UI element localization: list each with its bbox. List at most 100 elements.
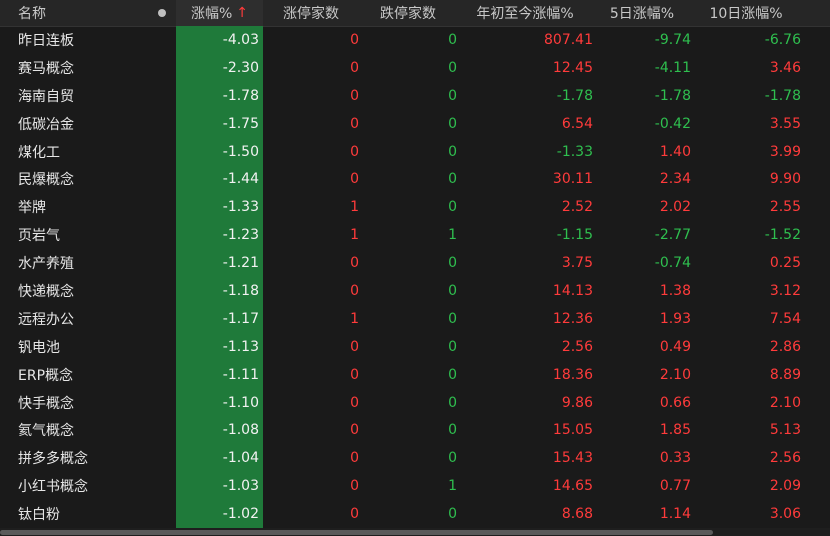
cell-limit-down: 0 [448, 450, 457, 467]
table-row[interactable]: 民爆概念 -1.44 0 0 30.11 2.34 9.90 [0, 165, 830, 193]
cell-5day-change: 0.49 [659, 338, 691, 355]
cell-limit-down: 1 [448, 478, 457, 495]
cell-limit-up: 1 [350, 310, 359, 327]
table-row[interactable]: 钛白粉 -1.02 0 0 8.68 1.14 3.06 [0, 500, 830, 528]
table-row[interactable]: 煤化工 -1.50 0 0 -1.33 1.40 3.99 [0, 138, 830, 166]
table-row[interactable]: 远程办公 -1.17 1 0 12.36 1.93 7.54 [0, 305, 830, 333]
cell-10day-change: -1.78 [764, 87, 801, 104]
horizontal-scrollbar[interactable] [0, 528, 830, 536]
cell-limit-down: 0 [448, 143, 457, 160]
cell-10day-change: 3.55 [769, 115, 801, 132]
cell-5day-change: 0.66 [659, 394, 691, 411]
cell-name: 钛白粉 [18, 507, 60, 524]
cell-5day-change: -2.77 [654, 227, 691, 244]
table-row[interactable]: 快递概念 -1.18 0 0 14.13 1.38 3.12 [0, 277, 830, 305]
cell-limit-up: 1 [350, 227, 359, 244]
cell-10day-change: 8.89 [769, 366, 801, 383]
cell-limit-up: 0 [350, 115, 359, 132]
scrollbar-thumb[interactable] [0, 530, 713, 535]
cell-limit-up: 0 [350, 255, 359, 272]
cell-limit-down: 0 [448, 115, 457, 132]
table-row[interactable]: 海南自贸 -1.78 0 0 -1.78 -1.78 -1.78 [0, 82, 830, 110]
cell-name: 快手概念 [18, 395, 74, 412]
cell-change-pct: -1.13 [222, 338, 259, 355]
cell-name: 快递概念 [18, 283, 74, 300]
cell-limit-down: 0 [448, 59, 457, 76]
cell-limit-down: 0 [448, 171, 457, 188]
cell-5day-change: 1.14 [659, 506, 691, 523]
cell-10day-change: 0.25 [769, 255, 801, 272]
cell-ytd-change: 9.86 [561, 394, 593, 411]
table-row[interactable]: 氦气概念 -1.08 0 0 15.05 1.85 5.13 [0, 416, 830, 444]
cell-ytd-change: 2.56 [561, 338, 593, 355]
table-row[interactable]: 钒电池 -1.13 0 0 2.56 0.49 2.86 [0, 333, 830, 361]
header-ytd-change[interactable]: 年初至今涨幅% [457, 0, 593, 26]
header-limit-up[interactable]: 涨停家数 [263, 0, 359, 26]
cell-5day-change: 2.34 [659, 171, 691, 188]
cell-limit-up: 0 [350, 366, 359, 383]
cell-name: 煤化工 [18, 144, 60, 161]
table-row[interactable]: 昨日连板 -4.03 0 0 807.41 -9.74 -6.76 [0, 26, 830, 54]
table-row[interactable]: 快手概念 -1.10 0 0 9.86 0.66 2.10 [0, 389, 830, 417]
cell-limit-up: 0 [350, 31, 359, 48]
cell-limit-up: 0 [350, 282, 359, 299]
cell-ytd-change: 12.36 [552, 310, 593, 327]
table-row[interactable]: 低碳冶金 -1.75 0 0 6.54 -0.42 3.55 [0, 110, 830, 138]
cell-name: 昨日连板 [18, 32, 74, 49]
cell-5day-change: -4.11 [654, 59, 691, 76]
cell-limit-down: 1 [448, 227, 457, 244]
header-limit-down[interactable]: 跌停家数 [359, 0, 457, 26]
table-row[interactable]: 小红书概念 -1.03 0 1 14.65 0.77 2.09 [0, 472, 830, 500]
cell-limit-down: 0 [448, 199, 457, 216]
cell-name: 民爆概念 [18, 172, 74, 189]
cell-name: 低碳冶金 [18, 116, 74, 133]
cell-change-pct: -1.08 [222, 422, 259, 439]
cell-limit-down: 0 [448, 310, 457, 327]
cell-ytd-change: -1.78 [556, 87, 593, 104]
table-row[interactable]: 水产养殖 -1.21 0 0 3.75 -0.74 0.25 [0, 249, 830, 277]
header-5day-change[interactable]: 5日涨幅% [593, 0, 691, 26]
cell-10day-change: -1.52 [764, 227, 801, 244]
table-row[interactable]: 拼多多概念 -1.04 0 0 15.43 0.33 2.56 [0, 444, 830, 472]
cell-change-pct: -1.11 [222, 366, 259, 383]
cell-change-pct: -1.21 [222, 255, 259, 272]
cell-change-pct: -1.33 [222, 199, 259, 216]
table-body: 昨日连板 -4.03 0 0 807.41 -9.74 -6.76 赛马概念 -2.30 0 0 12… [0, 26, 830, 528]
cell-ytd-change: 6.54 [561, 115, 593, 132]
cell-10day-change: 3.46 [769, 59, 801, 76]
table-row[interactable]: ERP概念 -1.11 0 0 18.36 2.10 8.89 [0, 361, 830, 389]
cell-name: 钒电池 [18, 339, 60, 356]
header-dot-icon[interactable] [150, 0, 174, 26]
cell-10day-change: 3.12 [769, 282, 801, 299]
cell-change-pct: -2.30 [222, 59, 259, 76]
cell-limit-up: 1 [350, 199, 359, 216]
cell-limit-down: 0 [448, 338, 457, 355]
cell-change-pct: -1.02 [222, 506, 259, 523]
cell-5day-change: -0.74 [654, 255, 691, 272]
cell-10day-change: 2.56 [769, 450, 801, 467]
cell-name: 海南自贸 [18, 88, 74, 105]
cell-ytd-change: 15.43 [552, 450, 593, 467]
cell-10day-change: 5.13 [769, 422, 801, 439]
header-10day-change[interactable]: 10日涨幅% [691, 0, 801, 26]
cell-5day-change: -1.78 [654, 87, 691, 104]
cell-10day-change: 9.90 [769, 171, 801, 188]
header-change-pct[interactable]: 涨幅% ↑ [176, 0, 263, 26]
cell-5day-change: 1.40 [659, 143, 691, 160]
table-row[interactable]: 页岩气 -1.23 1 1 -1.15 -2.77 -1.52 [0, 221, 830, 249]
cell-limit-down: 0 [448, 255, 457, 272]
cell-change-pct: -1.03 [222, 478, 259, 495]
cell-ytd-change: 3.75 [561, 255, 593, 272]
cell-name: ERP概念 [18, 367, 74, 384]
cell-limit-up: 0 [350, 506, 359, 523]
cell-10day-change: 2.86 [769, 338, 801, 355]
cell-limit-up: 0 [350, 422, 359, 439]
cell-limit-up: 0 [350, 394, 359, 411]
table-row[interactable]: 举牌 -1.33 1 0 2.52 2.02 2.55 [0, 193, 830, 221]
cell-5day-change: 2.02 [659, 199, 691, 216]
header-name[interactable]: 名称 [18, 0, 158, 26]
cell-change-pct: -1.44 [222, 171, 259, 188]
table-row[interactable]: 赛马概念 -2.30 0 0 12.45 -4.11 3.46 [0, 54, 830, 82]
cell-ytd-change: 12.45 [552, 59, 593, 76]
cell-limit-up: 0 [350, 143, 359, 160]
